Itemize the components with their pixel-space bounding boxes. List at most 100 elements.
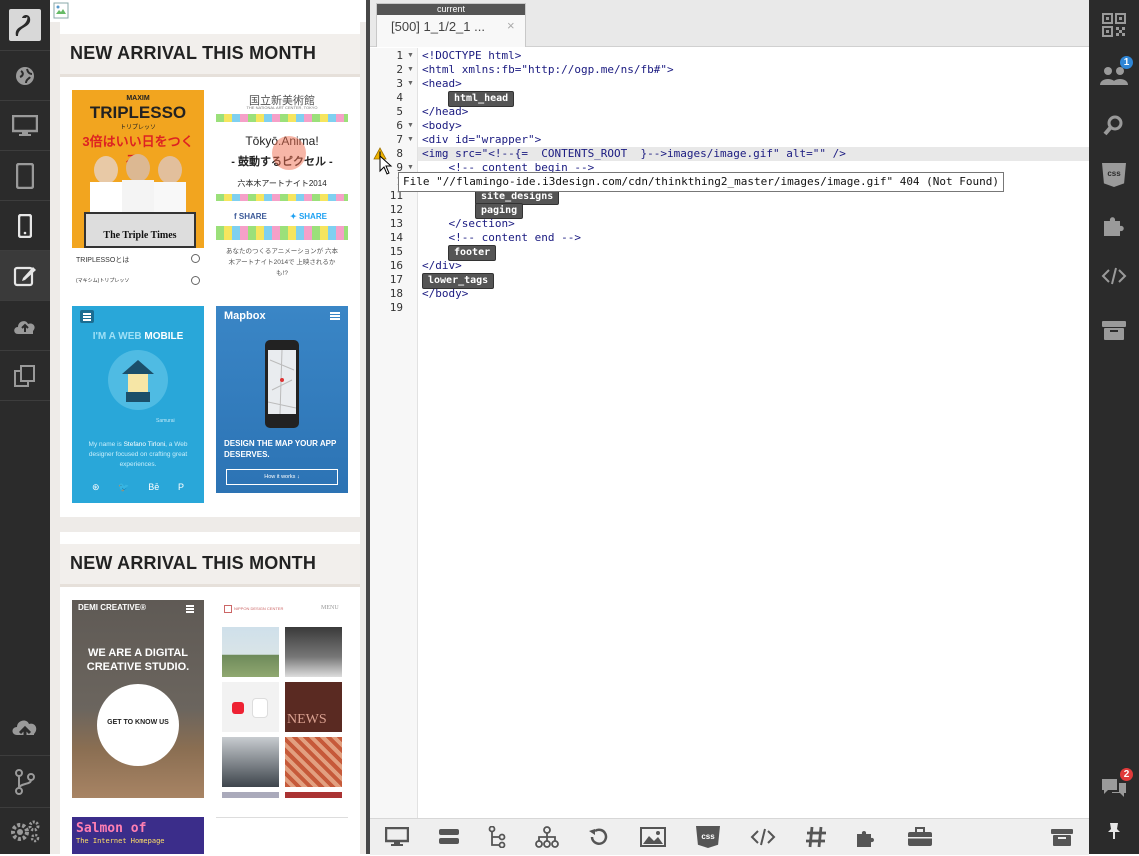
ndc-photo-3[interactable] [222, 682, 279, 732]
template-tag-lower-tags[interactable]: lower_tags [422, 273, 495, 289]
code-button[interactable] [738, 819, 788, 855]
line-number: 4 [396, 91, 403, 104]
code-line[interactable]: <html xmlns:fb="http://ogp.me/ns/fb#"> [422, 63, 674, 76]
salmon-title: Salmon of [76, 821, 147, 836]
thumb-triplesso[interactable]: MAXIM TRIPLESSO トリプレッソ 3倍はいい日をつくる。 The T… [72, 90, 204, 288]
fold-marker-icon[interactable]: ▼ [407, 66, 414, 73]
salmon-sub: The Internet Homepage [76, 837, 165, 845]
branch-button[interactable] [0, 757, 50, 807]
editor-tab[interactable]: current [500] 1_1/2_1 ... × [376, 3, 526, 47]
samurai-icon [122, 360, 154, 402]
pin-button[interactable] [1089, 806, 1139, 856]
cloud-upload-icon [14, 321, 35, 334]
archive-button[interactable] [1037, 819, 1087, 855]
ndc-photo-8[interactable] [285, 792, 342, 798]
template-tag-paging[interactable]: paging [475, 203, 524, 219]
play-overlay-icon[interactable] [272, 136, 306, 170]
mobile-view-button[interactable] [0, 201, 50, 251]
plugins-button[interactable] [841, 819, 891, 855]
fold-marker-icon[interactable]: ▼ [407, 80, 414, 87]
demi-menu-icon[interactable] [186, 605, 194, 607]
app-logo[interactable] [0, 0, 50, 50]
css-panel-button[interactable]: css [1089, 150, 1139, 200]
facebook-share-button[interactable]: f SHARE [234, 212, 267, 221]
ndc-photo-6[interactable] [285, 737, 342, 787]
archive-box-icon [1051, 829, 1073, 846]
mapbox-cta-button[interactable]: How it works ↓ [226, 469, 338, 485]
samurai-social-links: ⊛ 🐦 Bē P [92, 482, 184, 493]
thumb-salmon[interactable]: Salmon of The Internet Homepage [72, 817, 204, 854]
sitemap-button[interactable] [522, 819, 572, 855]
dribbble-icon[interactable]: ⊛ [92, 482, 100, 493]
twitter-share-button[interactable]: ✦ SHARE [290, 212, 327, 221]
code-line[interactable]: <!-- content end --> [422, 231, 580, 244]
pages-button[interactable] [0, 351, 50, 401]
fold-marker-icon[interactable]: ▼ [407, 164, 414, 171]
samurai-caption: Samurai [156, 418, 175, 424]
pinterest-icon[interactable]: P [178, 482, 184, 493]
template-tag-footer[interactable]: footer [448, 245, 497, 261]
fold-marker-icon[interactable]: ▼ [407, 136, 414, 143]
qr-code-button[interactable] [1089, 0, 1139, 50]
hash-button[interactable] [791, 819, 841, 855]
pin-icon [1108, 823, 1120, 839]
css-button[interactable]: css [683, 819, 733, 855]
history-button[interactable] [574, 819, 624, 855]
edit-button[interactable] [0, 251, 50, 301]
hamburger-menu-icon[interactable] [80, 310, 94, 323]
samurai-headline: I'M A WEB MOBILE [92, 331, 184, 342]
code-line[interactable]: <head> [422, 77, 462, 90]
code-line[interactable]: <!DOCTYPE html> [422, 49, 521, 62]
archive-panel-button[interactable] [1089, 305, 1139, 355]
facebook-share-label: SHARE [238, 212, 267, 221]
twitter-icon[interactable]: 🐦 [118, 482, 129, 493]
toolbox-button[interactable] [895, 819, 945, 855]
line-number: 15 [389, 245, 403, 258]
ndc-photo-5[interactable] [222, 737, 279, 787]
thumb-samurai[interactable]: I'M A WEB MOBILE Samurai My name is Stef… [72, 306, 204, 503]
plugins-panel-button[interactable] [1089, 200, 1139, 250]
demi-cta-circle[interactable]: GET TO KNOW US [97, 684, 179, 766]
tab-close-icon[interactable]: × [507, 18, 515, 33]
code-line[interactable]: <div id="wrapper"> [422, 133, 541, 146]
line-number: 17 [389, 273, 403, 286]
ndc-photo-1[interactable] [222, 627, 279, 677]
source-code-button[interactable] [1089, 251, 1139, 301]
ndc-menu[interactable]: MENU [321, 605, 339, 611]
behance-icon[interactable]: Bē [148, 482, 159, 493]
fold-marker-icon[interactable]: ▼ [407, 52, 414, 59]
desktop-view-button[interactable] [0, 101, 50, 151]
globe-button[interactable] [0, 51, 50, 101]
thumb-nippon-design-center[interactable]: NIPPON DESIGN CENTER MENU NEWS [216, 600, 348, 798]
error-tooltip: File "//flamingo-ide.i3design.com/cdn/th… [398, 172, 1005, 192]
code-line-active[interactable]: <img src="<!--{= CONTENTS_ROOT }-->image… [422, 147, 846, 160]
thumb-tokyo-anima[interactable]: 国立新美術館 THE NATIONAL ART CENTER, TOKYO Tō… [216, 90, 348, 288]
thumb-blank[interactable] [216, 817, 348, 854]
tablet-view-button[interactable] [0, 151, 50, 201]
publish-button[interactable] [0, 705, 50, 755]
ndc-photo-7[interactable] [222, 792, 279, 798]
mapbox-menu-icon[interactable] [330, 312, 340, 314]
ndc-photo-2[interactable] [285, 627, 342, 677]
triplesso-link1[interactable]: TRIPLESSOとは [76, 255, 129, 265]
template-tag-html-head[interactable]: html_head [448, 91, 515, 107]
cloud-upload-button[interactable] [0, 301, 50, 351]
thumb-mapbox[interactable]: Mapbox DESIGN THE MAP YOUR APP DESERVES.… [216, 306, 348, 493]
fold-marker-icon[interactable]: ▼ [407, 122, 414, 129]
search-button[interactable] [1089, 100, 1139, 150]
triplesso-link2[interactable]: (マキシム)トリプレッソ [76, 277, 129, 284]
team-button[interactable]: 1 [1089, 50, 1139, 100]
layout-button[interactable] [424, 819, 474, 855]
code-line[interactable]: <body> [422, 119, 462, 132]
ndc-photo-news[interactable]: NEWS [285, 682, 342, 732]
tab-title: [500] 1_1/2_1 ... [391, 19, 485, 34]
map-lines [267, 349, 297, 415]
desktop-preview-button[interactable] [372, 819, 422, 855]
thumb-demi-creative[interactable]: DEMI CREATIVE® WE ARE A DIGITAL CREATIVE… [72, 600, 204, 798]
ndc-news-label: NEWS [287, 712, 327, 727]
tree-button[interactable] [472, 819, 522, 855]
images-button[interactable] [628, 819, 678, 855]
triplesso-newspaper: The Triple Times [84, 212, 196, 248]
settings-button[interactable] [0, 806, 50, 856]
chat-button[interactable]: 2 [1089, 762, 1139, 812]
